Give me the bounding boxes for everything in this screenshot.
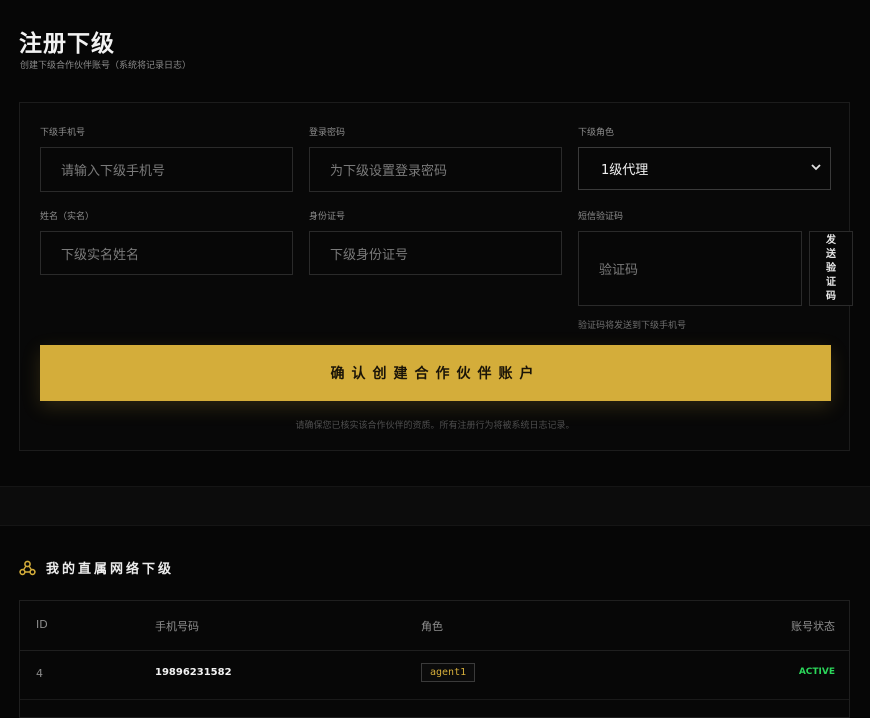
network-table: ID 手机号码 角色 账号状态 4 19896231582 agent1 ACT… <box>19 600 850 718</box>
network-icon <box>19 560 36 576</box>
phone-input[interactable]: 请输入下级手机号 <box>40 147 293 192</box>
role-select-value: 1级代理 <box>601 163 649 178</box>
send-code-char: 码 <box>826 290 836 302</box>
page-title: 注册下级 <box>19 30 115 57</box>
send-code-char: 发 <box>826 234 836 246</box>
sms-code-input[interactable]: 验证码 <box>578 231 802 306</box>
column-header-id: ID <box>36 618 48 631</box>
column-header-phone: 手机号码 <box>155 620 199 633</box>
header-divider <box>20 650 849 651</box>
network-section-title: 我的直属网络下级 <box>19 558 174 577</box>
password-input[interactable]: 为下级设置登录密码 <box>309 147 562 192</box>
create-partner-button[interactable]: 确认创建合作伙伴账户 <box>40 345 831 401</box>
row-id: 4 <box>36 667 43 680</box>
column-header-role: 角色 <box>421 620 443 633</box>
sms-code-hint: 验证码将发送到下级手机号 <box>578 321 687 331</box>
id-number-label: 身份证号 <box>309 212 346 222</box>
send-code-char: 证 <box>826 276 836 288</box>
page-subtitle: 创建下级合作伙伴账号（系统将记录日志） <box>20 61 192 71</box>
name-input[interactable]: 下级实名姓名 <box>40 231 293 275</box>
send-code-button[interactable]: 发 送 验 证 码 <box>809 231 853 306</box>
send-code-char: 送 <box>826 248 836 260</box>
chevron-down-icon <box>810 161 822 177</box>
role-select[interactable]: 1级代理 <box>578 147 831 190</box>
password-label: 登录密码 <box>309 128 346 138</box>
column-header-status: 账号状态 <box>791 620 835 633</box>
form-footnote: 请确保您已核实该合作伙伴的资质。所有注册行为将被系统日志记录。 <box>295 421 575 431</box>
row-phone: 19896231582 <box>155 667 232 678</box>
sms-code-label: 短信验证码 <box>578 212 624 222</box>
section-divider <box>0 486 870 526</box>
send-code-char: 验 <box>826 262 836 274</box>
network-title-text: 我的直属网络下级 <box>46 562 175 577</box>
row-divider <box>20 699 849 700</box>
phone-label: 下级手机号 <box>40 128 86 138</box>
role-label: 下级角色 <box>578 128 615 138</box>
status-badge: ACTIVE <box>798 667 835 677</box>
name-label: 姓名（实名） <box>40 212 95 222</box>
id-number-input[interactable]: 下级身份证号 <box>309 231 562 275</box>
role-badge: agent1 <box>421 663 476 682</box>
register-subordinate-page: 注册下级 创建下级合作伙伴账号（系统将记录日志） 下级手机号 请输入下级手机号 … <box>0 0 870 718</box>
